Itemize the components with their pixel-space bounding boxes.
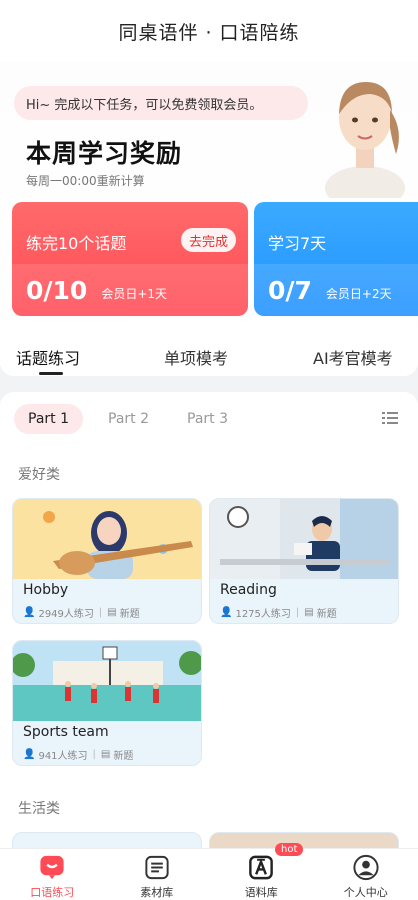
nav-speaking-practice[interactable]: 口语练习 <box>0 849 105 900</box>
tutor-avatar-illustration <box>325 82 405 198</box>
topic-title: Sports team <box>23 724 109 740</box>
category-label: 生活类 <box>18 801 60 817</box>
topic-card-sports-team[interactable]: Sports team 👤 941人练习 | ▤ 新题 <box>12 640 202 766</box>
nav-material-library[interactable]: 素材库 <box>105 849 210 900</box>
task-progress-count: 0/10 <box>26 275 88 305</box>
active-tab-indicator <box>39 372 63 375</box>
reward-subtitle: 每周一00:00重新计算 <box>26 174 145 188</box>
task-progress-row: 0/10 会员日+1天 <box>12 264 248 316</box>
topic-meta: 👤 941人练习 | ▤ 新题 <box>23 747 133 762</box>
learner-count: 2949人练习 <box>38 609 94 620</box>
tab-single-mock[interactable]: 单项模考 <box>164 345 228 369</box>
nav-label: 语料库 <box>244 886 278 899</box>
topic-image-sports-team <box>13 641 201 721</box>
tab-topic-practice[interactable]: 话题练习 <box>16 345 80 369</box>
meta-divider: | <box>98 607 103 618</box>
part-tab-1[interactable]: Part 1 <box>14 404 83 434</box>
task-card-topics[interactable]: 练完10个话题 去完成 0/10 会员日+1天 <box>12 202 248 316</box>
learner-count: 1275人练习 <box>235 609 291 620</box>
part-tab-2[interactable]: Part 2 <box>94 404 163 434</box>
learners-icon: 👤 <box>23 749 36 760</box>
list-view-icon[interactable] <box>382 410 398 426</box>
topic-card-hobby[interactable]: Hobby 👤 2949人练习 | ▤ 新题 <box>12 498 202 624</box>
topic-tag: 新题 <box>119 609 140 620</box>
learners-icon: 👤 <box>23 607 36 618</box>
tab-ai-examiner-mock[interactable]: AI考官模考 <box>313 345 393 369</box>
nav-label: 素材库 <box>140 886 174 899</box>
go-complete-button[interactable]: 去完成 <box>180 228 236 252</box>
reward-hint-bubble: Hi~ 完成以下任务，可以免费领取会员。 <box>14 86 308 120</box>
nav-profile[interactable]: 个人中心 <box>314 849 418 900</box>
part-tab-3[interactable]: Part 3 <box>173 404 242 434</box>
topic-list-panel: Part 1 Part 2 Part 3 爱好类 Hobby 👤 2949人练习… <box>0 392 418 852</box>
topic-title: Hobby <box>23 582 69 598</box>
task-label: 学习7天 <box>268 234 327 253</box>
topic-meta: 👤 2949人练习 | ▤ 新题 <box>23 605 140 620</box>
weekly-reward-panel: Hi~ 完成以下任务，可以免费领取会员。 本周学习奖励 每周一00:00重新计算… <box>0 62 418 376</box>
library-icon <box>145 855 169 880</box>
task-label: 练完10个话题 <box>26 234 127 253</box>
app-title: 同桌语伴 · 口语陪练 <box>118 21 300 44</box>
task-card-study-days[interactable]: 学习7天 0/7 会员日+2天 <box>254 202 418 316</box>
corpus-icon <box>249 855 274 880</box>
topic-tag: 新题 <box>316 609 337 620</box>
meta-divider: | <box>92 749 96 760</box>
nav-label: 口语练习 <box>30 886 75 899</box>
main-tab-bar: 话题练习 单项模考 AI考官模考 <box>0 340 418 376</box>
reward-title: 本周学习奖励 <box>26 139 183 168</box>
topic-tag: 新题 <box>113 751 134 762</box>
nav-label: 个人中心 <box>343 886 388 899</box>
task-bonus: 会员日+1天 <box>101 286 168 301</box>
topic-image-hobby <box>13 499 201 579</box>
bottom-nav: 口语练习 素材库 hot 语料库 个人中心 <box>0 843 418 900</box>
nav-corpus[interactable]: hot 语料库 <box>209 843 314 900</box>
new-tag-icon: ▤ <box>100 749 111 760</box>
topic-title: Reading <box>220 582 277 598</box>
category-label: 爱好类 <box>18 467 60 483</box>
new-tag-icon: ▤ <box>304 607 314 618</box>
learners-icon: 👤 <box>220 607 233 618</box>
topic-image-reading <box>210 499 398 579</box>
task-bonus: 会员日+2天 <box>325 286 392 301</box>
new-tag-icon: ▤ <box>107 607 117 618</box>
task-progress-row: 0/7 会员日+2天 <box>254 264 418 316</box>
learner-count: 941人练习 <box>38 751 88 762</box>
chat-icon <box>40 855 64 880</box>
topic-meta: 👤 1275人练习 | ▤ 新题 <box>220 605 337 620</box>
task-progress-count: 0/7 <box>268 275 312 305</box>
hot-badge: hot <box>275 843 304 856</box>
profile-icon <box>353 854 379 881</box>
top-bar: 同桌语伴 · 口语陪练 <box>0 0 418 62</box>
meta-divider: | <box>295 607 300 618</box>
topic-card-reading[interactable]: Reading 👤 1275人练习 | ▤ 新题 <box>209 498 399 624</box>
